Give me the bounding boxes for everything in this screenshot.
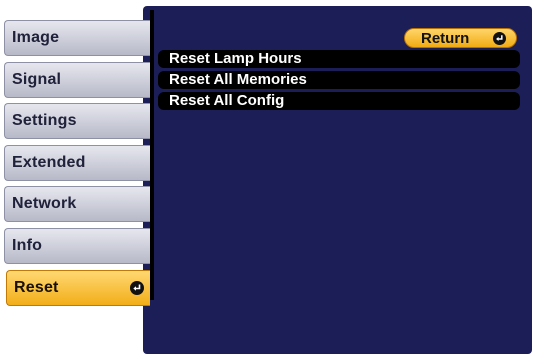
menu-item-label: Reset All Memories <box>169 71 307 88</box>
sidebar-item-label: Info <box>12 237 43 254</box>
sidebar-item-label: Settings <box>12 112 77 129</box>
enter-icon <box>130 281 144 295</box>
sidebar-item-image[interactable]: Image <box>4 20 150 56</box>
sidebar-item-settings[interactable]: Settings <box>4 103 150 139</box>
return-button-label: Return <box>421 30 470 47</box>
projector-menu: Image Signal Settings Extended Network I… <box>0 0 534 359</box>
sidebar-item-reset[interactable]: Reset <box>6 270 150 306</box>
return-button[interactable]: Return <box>404 28 517 48</box>
sidebar-item-label: Reset <box>14 279 59 296</box>
menu-item-reset-lamp-hours[interactable]: Reset Lamp Hours <box>158 50 520 68</box>
sidebar-item-extended[interactable]: Extended <box>4 145 150 181</box>
sidebar-item-label: Extended <box>12 154 86 171</box>
sidebar-item-label: Network <box>12 195 77 212</box>
menu-item-label: Reset All Config <box>169 92 285 109</box>
sidebar-item-info[interactable]: Info <box>4 228 150 264</box>
enter-icon <box>493 32 506 45</box>
sidebar-item-label: Image <box>12 29 60 46</box>
sidebar-item-signal[interactable]: Signal <box>4 62 150 98</box>
menu-item-reset-all-memories[interactable]: Reset All Memories <box>158 71 520 89</box>
sidebar-panel-divider <box>150 10 154 300</box>
sidebar-item-label: Signal <box>12 71 62 88</box>
menu-item-reset-all-config[interactable]: Reset All Config <box>158 92 520 110</box>
menu-item-label: Reset Lamp Hours <box>169 50 302 67</box>
sidebar-item-network[interactable]: Network <box>4 186 150 222</box>
